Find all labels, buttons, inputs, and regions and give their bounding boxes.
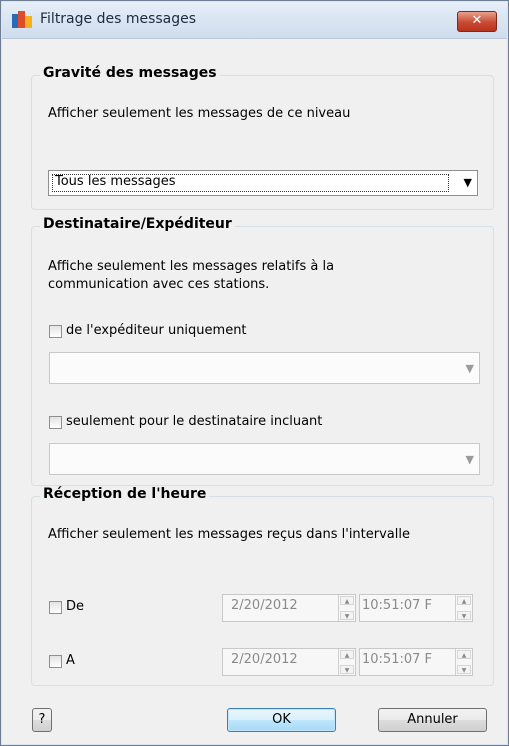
to-time-value: 10:51:07 F	[362, 652, 432, 667]
close-icon: ✕	[471, 13, 483, 28]
to-time-picker[interactable]: 10:51:07 F ▲ ▼	[359, 648, 473, 676]
recipient-group: Destinataire/Expéditeur Affiche seulemen…	[31, 216, 494, 486]
spin-up-icon[interactable]: ▲	[340, 650, 354, 659]
chevron-down-icon: ▼	[465, 362, 474, 375]
to-checkbox[interactable]	[49, 655, 62, 668]
spin-down-icon[interactable]: ▼	[340, 665, 354, 674]
severity-dropdown[interactable]: Tous les messages ▼	[48, 170, 478, 196]
spin-buttons: ▲ ▼	[455, 649, 472, 675]
from-time-picker[interactable]: 10:51:07 F ▲ ▼	[359, 594, 473, 622]
spin-down-icon[interactable]: ▼	[457, 611, 471, 620]
spin-buttons: ▲ ▼	[338, 649, 355, 675]
ok-button[interactable]: OK	[227, 708, 336, 732]
from-label[interactable]: De	[66, 599, 84, 614]
spin-down-icon[interactable]: ▼	[457, 665, 471, 674]
time-group-title: Réception de l'heure	[40, 486, 210, 502]
recipient-description-line1: Affiche seulement les messages relatifs …	[48, 259, 335, 274]
sender-station-dropdown[interactable]: ▼	[49, 352, 480, 384]
sender-only-label[interactable]: de l'expéditeur uniquement	[66, 323, 247, 338]
spin-buttons: ▲ ▼	[455, 595, 472, 621]
from-date-picker[interactable]: 2/20/2012 ▲ ▼	[222, 594, 356, 622]
avg-logo-icon	[12, 11, 32, 28]
severity-group: Gravité des messages Afficher seulement …	[31, 65, 494, 210]
recipient-including-checkbox[interactable]	[49, 416, 62, 429]
recipient-station-dropdown[interactable]: ▼	[49, 443, 480, 475]
sender-only-checkbox[interactable]	[49, 325, 62, 338]
severity-selected-value: Tous les messages	[55, 174, 176, 189]
severity-description: Afficher seulement les messages de ce ni…	[48, 106, 351, 121]
close-button[interactable]: ✕	[457, 11, 497, 32]
to-date-picker[interactable]: 2/20/2012 ▲ ▼	[222, 648, 356, 676]
spin-down-icon[interactable]: ▼	[340, 611, 354, 620]
help-button[interactable]: ?	[32, 708, 52, 732]
recipient-including-label[interactable]: seulement pour le destinataire incluant	[66, 414, 322, 429]
from-time-value: 10:51:07 F	[362, 598, 432, 613]
window-title: Filtrage des messages	[40, 11, 197, 27]
time-description: Afficher seulement les messages reçus da…	[48, 527, 410, 542]
spin-up-icon[interactable]: ▲	[340, 596, 354, 605]
cancel-button[interactable]: Annuler	[378, 708, 487, 732]
severity-group-title: Gravité des messages	[40, 65, 220, 81]
to-date-value: 2/20/2012	[231, 652, 298, 667]
spin-buttons: ▲ ▼	[338, 595, 355, 621]
recipient-group-title: Destinataire/Expéditeur	[40, 216, 235, 232]
chevron-down-icon: ▼	[463, 176, 472, 189]
from-date-value: 2/20/2012	[231, 598, 298, 613]
time-group: Réception de l'heure Afficher seulement …	[31, 486, 494, 686]
title-bar[interactable]: Filtrage des messages ✕	[2, 2, 507, 39]
from-checkbox[interactable]	[49, 601, 62, 614]
chevron-down-icon: ▼	[465, 453, 474, 466]
recipient-description-line2: communication avec ces stations.	[48, 277, 270, 292]
spin-up-icon[interactable]: ▲	[457, 596, 471, 605]
spin-up-icon[interactable]: ▲	[457, 650, 471, 659]
to-label[interactable]: A	[66, 653, 75, 668]
